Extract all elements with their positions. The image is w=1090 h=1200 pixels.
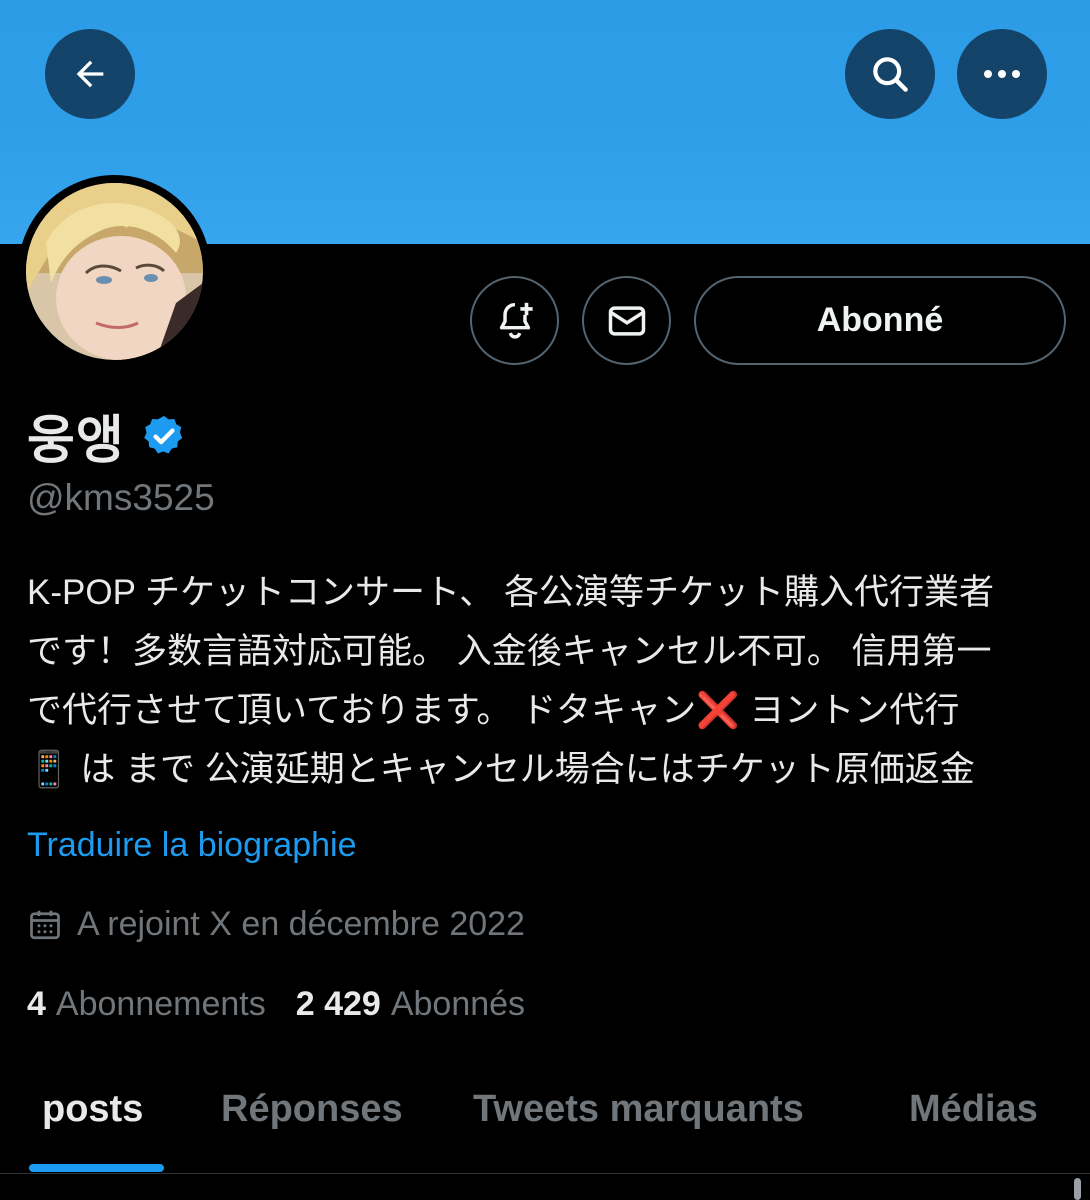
- profile-page: Abonné 웅앵 @kms3525 K-POP チケットコンサート、 各公演等…: [0, 0, 1090, 1200]
- more-icon: [984, 70, 1020, 78]
- tab-posts[interactable]: posts: [42, 1088, 143, 1131]
- followers-stat[interactable]: 2 429 Abonnés: [296, 985, 525, 1024]
- joined-text: A rejoint X en décembre 2022: [77, 905, 525, 943]
- following-stat[interactable]: 4 Abonnements: [27, 985, 266, 1024]
- followers-count: 2 429: [295, 985, 381, 1023]
- avatar-image: [26, 183, 203, 360]
- joined-date: A rejoint X en décembre 2022: [27, 905, 525, 944]
- avatar[interactable]: [18, 175, 211, 368]
- tabs-divider: [0, 1173, 1090, 1174]
- search-icon: [873, 57, 908, 92]
- display-name: 웅앵: [27, 412, 125, 470]
- bio-line: で代行させて頂いております。 ドタキャン❌ ヨントン代行: [27, 691, 960, 730]
- bio-line: K-POP チケットコンサート、 各公演等チケット購入代行業者: [27, 573, 995, 612]
- active-tab-indicator: [29, 1164, 164, 1172]
- scrollbar[interactable]: [1074, 1178, 1081, 1200]
- following-label: Abonnements: [55, 985, 266, 1023]
- translate-bio-link[interactable]: Traduire la biographie: [27, 826, 357, 865]
- bio-line: です！多数言語対応可能。 入金後キャンセル不可。 信用第一: [27, 632, 992, 671]
- name-row: 웅앵: [27, 398, 187, 473]
- tab-media[interactable]: Médias: [909, 1088, 1038, 1131]
- tab-replies[interactable]: Réponses: [221, 1088, 403, 1131]
- notification-bell-icon: [499, 302, 533, 339]
- mail-icon: [608, 305, 645, 336]
- calendar-icon: [30, 910, 60, 939]
- profile-tabs: posts Réponses Tweets marquants Médias: [0, 1060, 1090, 1174]
- user-handle: @kms3525: [27, 477, 215, 518]
- tab-highlights[interactable]: Tweets marquants: [473, 1088, 804, 1131]
- following-button[interactable]: Abonné: [694, 276, 1066, 365]
- verified-badge-icon[interactable]: [141, 413, 187, 459]
- search-button[interactable]: [845, 29, 935, 119]
- profile-bio: K-POP チケットコンサート、 各公演等チケット購入代行業者 です！多数言語対…: [27, 563, 1067, 799]
- back-button[interactable]: [45, 29, 135, 119]
- followers-label: Abonnés: [390, 985, 526, 1023]
- message-button[interactable]: [582, 276, 671, 365]
- follow-stats: 4 Abonnements 2 429 Abonnés: [27, 985, 525, 1024]
- more-options-button[interactable]: [957, 29, 1047, 119]
- bio-line: 📱 は まで 公演延期とキャンセル場合にはチケット原価返金: [27, 750, 975, 789]
- notification-bell-button[interactable]: [470, 276, 559, 365]
- back-arrow-icon: [76, 60, 104, 88]
- following-count: 4: [27, 985, 46, 1023]
